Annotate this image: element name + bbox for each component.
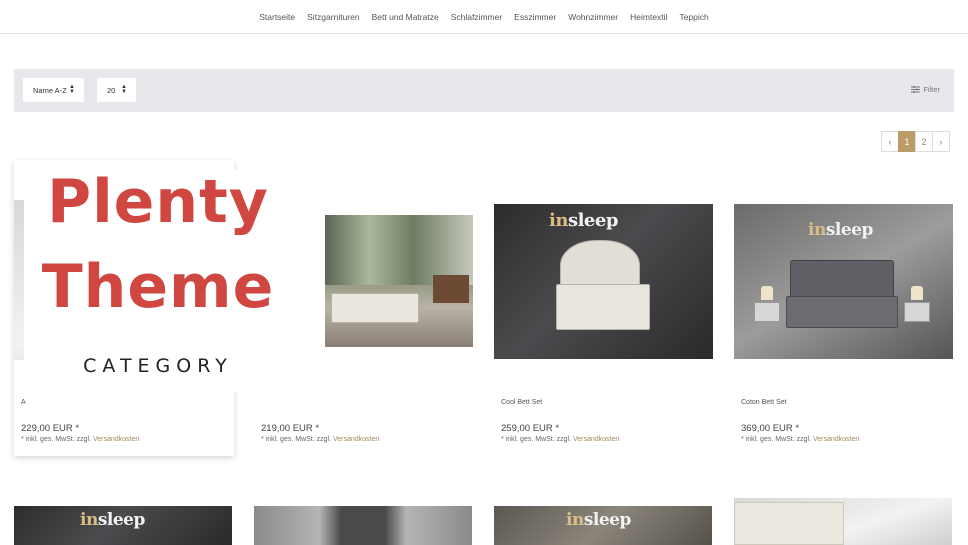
plenty-theme-overlay: Plenty Theme CATEGORY [24,167,292,392]
product-price: 259,00 EUR * [501,423,560,434]
product-image[interactable]: insleep [734,204,953,359]
shipping-link[interactable]: Versandkosten [813,436,859,443]
pagination: ‹ 1 2 › [881,131,950,152]
product-image[interactable] [325,215,473,347]
nav-item-sitzgarnituren[interactable]: Sitzgarnituren [307,12,359,22]
list-toolbar: Name A-Z ▲ ▼ 20 ▲ ▼ Filter [14,69,954,112]
brand-logo: insleep [808,220,873,240]
chevron-left-icon[interactable]: ‹ [881,131,899,152]
nav-item-startseite[interactable]: Startseite [259,12,295,22]
nav-item-teppich[interactable]: Teppich [679,12,708,22]
items-per-page-value: 20 [107,85,116,95]
filter-label: Filter [923,85,940,94]
brand-logo: insleep [549,210,618,231]
product-name[interactable]: A [21,399,26,406]
nav-item-bett-und-matratze[interactable]: Bett und Matratze [372,12,439,22]
items-per-page-select[interactable]: 20 ▲ ▼ [97,78,136,102]
sort-arrows-icon: ▲ ▼ [69,84,75,95]
main-navigation: Startseite Sitzgarnituren Bett und Matra… [0,0,968,34]
filter-icon [911,86,921,93]
product-name[interactable]: Coton Bett Set [741,399,787,406]
nav-item-schlafzimmer[interactable]: Schlafzimmer [451,12,502,22]
overlay-subtitle: CATEGORY [83,355,233,377]
vat-note: * inkl. ges. MwSt. zzgl. Versandkosten [261,436,380,443]
sort-select[interactable]: Name A-Z ▲ ▼ [23,78,84,102]
nav-item-esszimmer[interactable]: Esszimmer [514,12,556,22]
shipping-link[interactable]: Versandkosten [93,436,139,443]
product-price: 369,00 EUR * [741,423,800,434]
vat-note: * inkl. ges. MwSt. zzgl. Versandkosten [501,436,620,443]
product-image[interactable] [734,498,952,545]
product-name[interactable]: Cool Bett Set [501,399,542,406]
sort-arrows-icon: ▲ ▼ [121,84,127,95]
overlay-title-line1: Plenty [47,167,269,237]
product-card[interactable]: insleep Coton Bett Set 369,00 EUR * * in… [734,160,954,456]
overlay-title-line2: Theme [41,252,275,322]
brand-logo: insleep [566,510,631,530]
product-price: 219,00 EUR * [261,423,320,434]
product-image[interactable]: insleep [14,506,232,545]
vat-note: * inkl. ges. MwSt. zzgl. Versandkosten [741,436,860,443]
page-1-button[interactable]: 1 [898,131,916,152]
sort-select-value: Name A-Z [33,85,67,95]
product-image[interactable]: insleep [494,506,712,545]
filter-button[interactable]: Filter [911,85,940,94]
vat-note: * inkl. ges. MwSt. zzgl. Versandkosten [21,436,140,443]
product-image[interactable] [254,506,472,545]
shipping-link[interactable]: Versandkosten [573,436,619,443]
product-price: 229,00 EUR * [21,423,80,434]
product-card[interactable]: insleep Cool Bett Set 259,00 EUR * * ink… [494,160,714,456]
shipping-link[interactable]: Versandkosten [333,436,379,443]
chevron-right-icon[interactable]: › [932,131,950,152]
nav-item-wohnzimmer[interactable]: Wohnzimmer [568,12,618,22]
product-image[interactable]: insleep [494,204,713,359]
brand-logo: insleep [80,510,145,530]
page-2-button[interactable]: 2 [915,131,933,152]
nav-item-heimtextil[interactable]: Heimtextil [630,12,667,22]
